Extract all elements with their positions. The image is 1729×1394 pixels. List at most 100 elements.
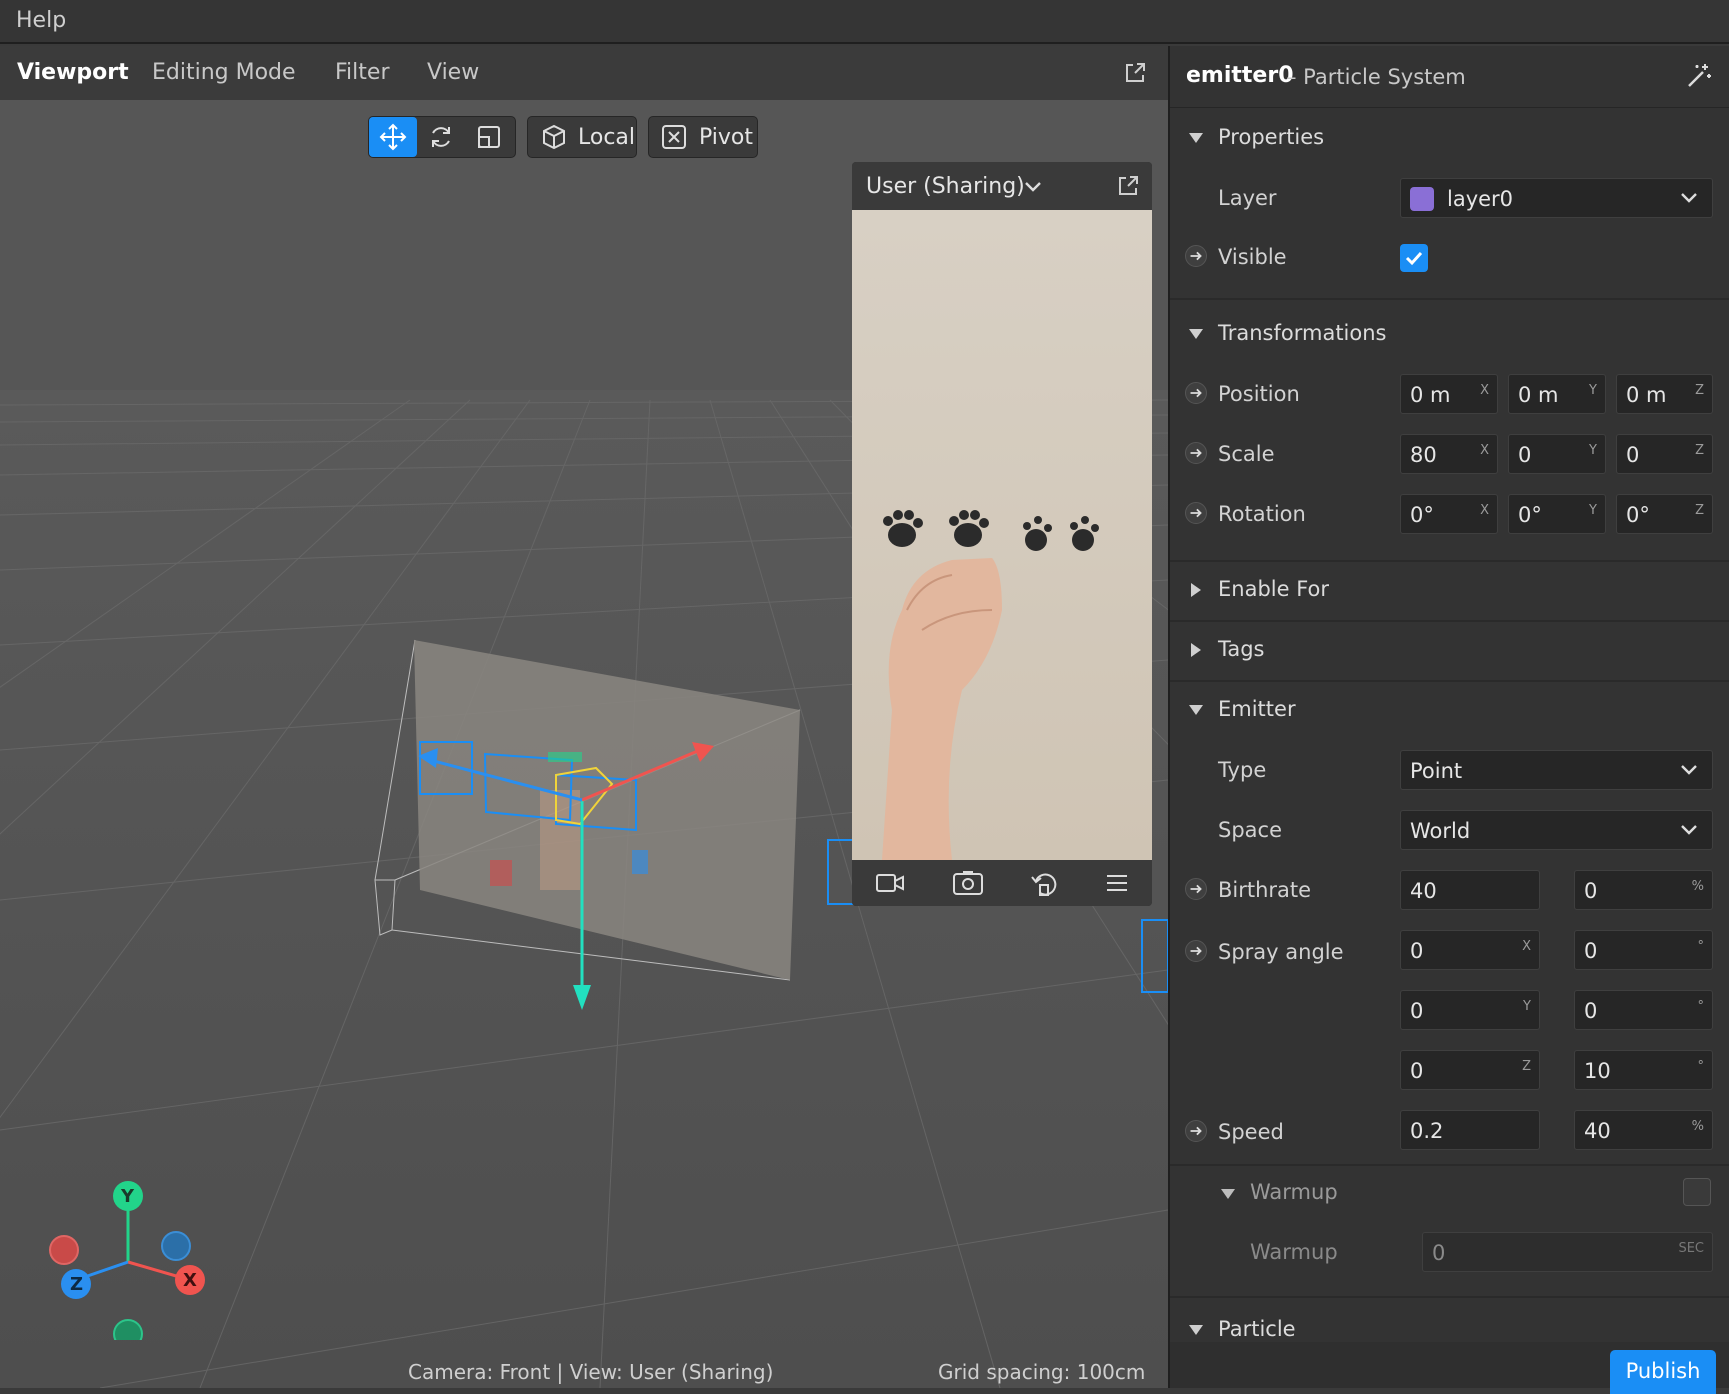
arrow-right-icon[interactable] bbox=[1185, 940, 1207, 962]
layer-select[interactable]: layer0 bbox=[1400, 178, 1713, 218]
emitter-type-value: Point bbox=[1410, 759, 1463, 783]
spray-angle-y-variation-field[interactable]: 0 ° bbox=[1574, 990, 1713, 1030]
expanded-triangle-icon[interactable] bbox=[1220, 1188, 1236, 1200]
emitter-type-select[interactable]: Point bbox=[1400, 750, 1713, 790]
preview-device-select[interactable]: User (Sharing) bbox=[866, 174, 1025, 199]
transform-tools bbox=[368, 116, 516, 158]
axis-y-label: Y bbox=[121, 1186, 135, 1207]
viewport-tabbar: Viewport Editing Mode Filter View bbox=[0, 46, 1168, 100]
scale-z-field[interactable]: 0Z bbox=[1616, 434, 1713, 474]
emitter-space-value: World bbox=[1410, 819, 1471, 843]
menu-icon[interactable] bbox=[1105, 873, 1129, 893]
switch-camera-icon[interactable] bbox=[952, 869, 984, 897]
move-icon bbox=[379, 123, 407, 151]
chevron-down-icon bbox=[1681, 193, 1697, 203]
menubar: Help bbox=[0, 0, 1729, 44]
warmup-field[interactable]: 0 SEC bbox=[1422, 1232, 1713, 1272]
collapsed-triangle-icon bbox=[1191, 583, 1201, 597]
axis-neg-x[interactable] bbox=[49, 1235, 79, 1265]
video-camera-icon[interactable] bbox=[875, 871, 905, 895]
speed-variation-field[interactable]: 40% bbox=[1574, 1110, 1713, 1150]
speed-field[interactable]: 0.2 bbox=[1400, 1110, 1540, 1150]
grid-spacing-status: Grid spacing: 100cm bbox=[938, 1360, 1146, 1384]
gizmo-plane-xz[interactable] bbox=[548, 752, 582, 762]
emitter-space-select[interactable]: World bbox=[1400, 810, 1713, 850]
scale-icon bbox=[478, 126, 500, 148]
arrow-right-icon[interactable] bbox=[1185, 382, 1207, 404]
scale-y-field[interactable]: 0Y bbox=[1508, 434, 1606, 474]
divider bbox=[1170, 298, 1729, 300]
birthrate-variation-field[interactable]: 0% bbox=[1574, 870, 1713, 910]
spray-angle-x-variation-field[interactable]: 0 ° bbox=[1574, 930, 1713, 970]
tab-viewport[interactable]: Viewport bbox=[17, 60, 129, 85]
axis-neg-z[interactable] bbox=[161, 1231, 191, 1261]
rotate-tool-button[interactable] bbox=[417, 117, 465, 157]
position-y-field[interactable]: 0 mY bbox=[1508, 374, 1606, 414]
pivot-toggle[interactable]: Pivot bbox=[648, 116, 758, 158]
publish-button[interactable]: Publish bbox=[1610, 1350, 1716, 1394]
rotation-label: Rotation bbox=[1218, 502, 1306, 526]
menu-help[interactable]: Help bbox=[16, 8, 66, 33]
section-label: Transformations bbox=[1218, 321, 1387, 345]
warmup-checkbox[interactable] bbox=[1683, 1178, 1711, 1206]
viewport-pane: Viewport Editing Mode Filter View Y Z X … bbox=[0, 46, 1168, 1388]
magic-wand-icon[interactable] bbox=[1685, 62, 1713, 90]
reset-icon[interactable] bbox=[1030, 869, 1058, 897]
expanded-triangle-icon bbox=[1189, 1325, 1203, 1335]
rotation-x-field[interactable]: 0° X bbox=[1400, 494, 1498, 534]
preview-popout-icon[interactable] bbox=[1116, 174, 1140, 198]
section-enable-for[interactable]: Enable For bbox=[1170, 562, 1729, 622]
hand-silhouette bbox=[540, 790, 580, 890]
chevron-down-icon bbox=[1681, 765, 1697, 775]
spray-angle-x-field[interactable]: 0X bbox=[1400, 930, 1540, 970]
spray-angle-z-variation-field[interactable]: 10 ° bbox=[1574, 1050, 1713, 1090]
warmup-label: Warmup bbox=[1250, 1240, 1338, 1264]
type-label: Type bbox=[1218, 758, 1267, 782]
spray-angle-z-field[interactable]: 0Z bbox=[1400, 1050, 1540, 1090]
scale-x-field[interactable]: 80 X bbox=[1400, 434, 1498, 474]
section-tags[interactable]: Tags bbox=[1170, 622, 1729, 682]
birthrate-label: Birthrate bbox=[1218, 878, 1312, 902]
section-emitter[interactable]: Emitter bbox=[1170, 682, 1729, 742]
position-z-field[interactable]: 0 mZ bbox=[1616, 374, 1713, 414]
birthrate-field[interactable]: 40 bbox=[1400, 870, 1540, 910]
chevron-down-icon[interactable] bbox=[1024, 180, 1042, 194]
divider bbox=[1170, 1164, 1729, 1166]
pivot-icon bbox=[662, 125, 686, 149]
expanded-triangle-icon bbox=[1189, 705, 1203, 715]
gizmo-plane-xy[interactable] bbox=[490, 860, 512, 886]
scale-tool-button[interactable] bbox=[465, 117, 513, 157]
visible-checkbox[interactable] bbox=[1400, 244, 1428, 272]
arrow-right-icon[interactable] bbox=[1185, 1120, 1207, 1142]
space-label: Space bbox=[1218, 818, 1282, 842]
axis-x-label: X bbox=[183, 1270, 197, 1291]
popout-icon[interactable] bbox=[1123, 61, 1147, 85]
preview-camera-feed bbox=[852, 210, 1152, 860]
tab-filter[interactable]: Filter bbox=[335, 60, 389, 85]
gizmo-plane-yz[interactable] bbox=[632, 850, 648, 874]
checkmark-icon bbox=[1405, 251, 1423, 266]
position-x-field[interactable]: 0 mX bbox=[1400, 374, 1498, 414]
speed-label: Speed bbox=[1218, 1120, 1284, 1144]
tab-view[interactable]: View bbox=[427, 60, 479, 85]
rotation-z-field[interactable]: 0° Z bbox=[1616, 494, 1713, 534]
rotate-icon bbox=[432, 127, 450, 147]
section-properties[interactable]: Properties bbox=[1170, 110, 1729, 170]
space-toggle[interactable]: Local bbox=[527, 116, 637, 158]
section-transformations[interactable]: Transformations bbox=[1170, 306, 1729, 366]
arrow-right-icon[interactable] bbox=[1185, 878, 1207, 900]
arrow-right-icon[interactable] bbox=[1185, 502, 1207, 524]
layer-value: layer0 bbox=[1447, 187, 1514, 211]
spray-angle-y-field[interactable]: 0Y bbox=[1400, 990, 1540, 1030]
cube-icon bbox=[543, 124, 565, 150]
preview-controls bbox=[852, 860, 1152, 906]
arrow-right-icon[interactable] bbox=[1185, 245, 1207, 267]
axis-neg-y[interactable] bbox=[113, 1319, 143, 1340]
rotation-y-field[interactable]: 0° Y bbox=[1508, 494, 1606, 534]
warmup-group-label: Warmup bbox=[1250, 1180, 1338, 1204]
tab-editing-mode[interactable]: Editing Mode bbox=[152, 60, 296, 85]
inspector-header: emitter0 – Particle System bbox=[1170, 46, 1729, 108]
arrow-right-icon[interactable] bbox=[1185, 442, 1207, 464]
section-label: Tags bbox=[1218, 637, 1265, 661]
move-tool-button[interactable] bbox=[369, 117, 417, 157]
